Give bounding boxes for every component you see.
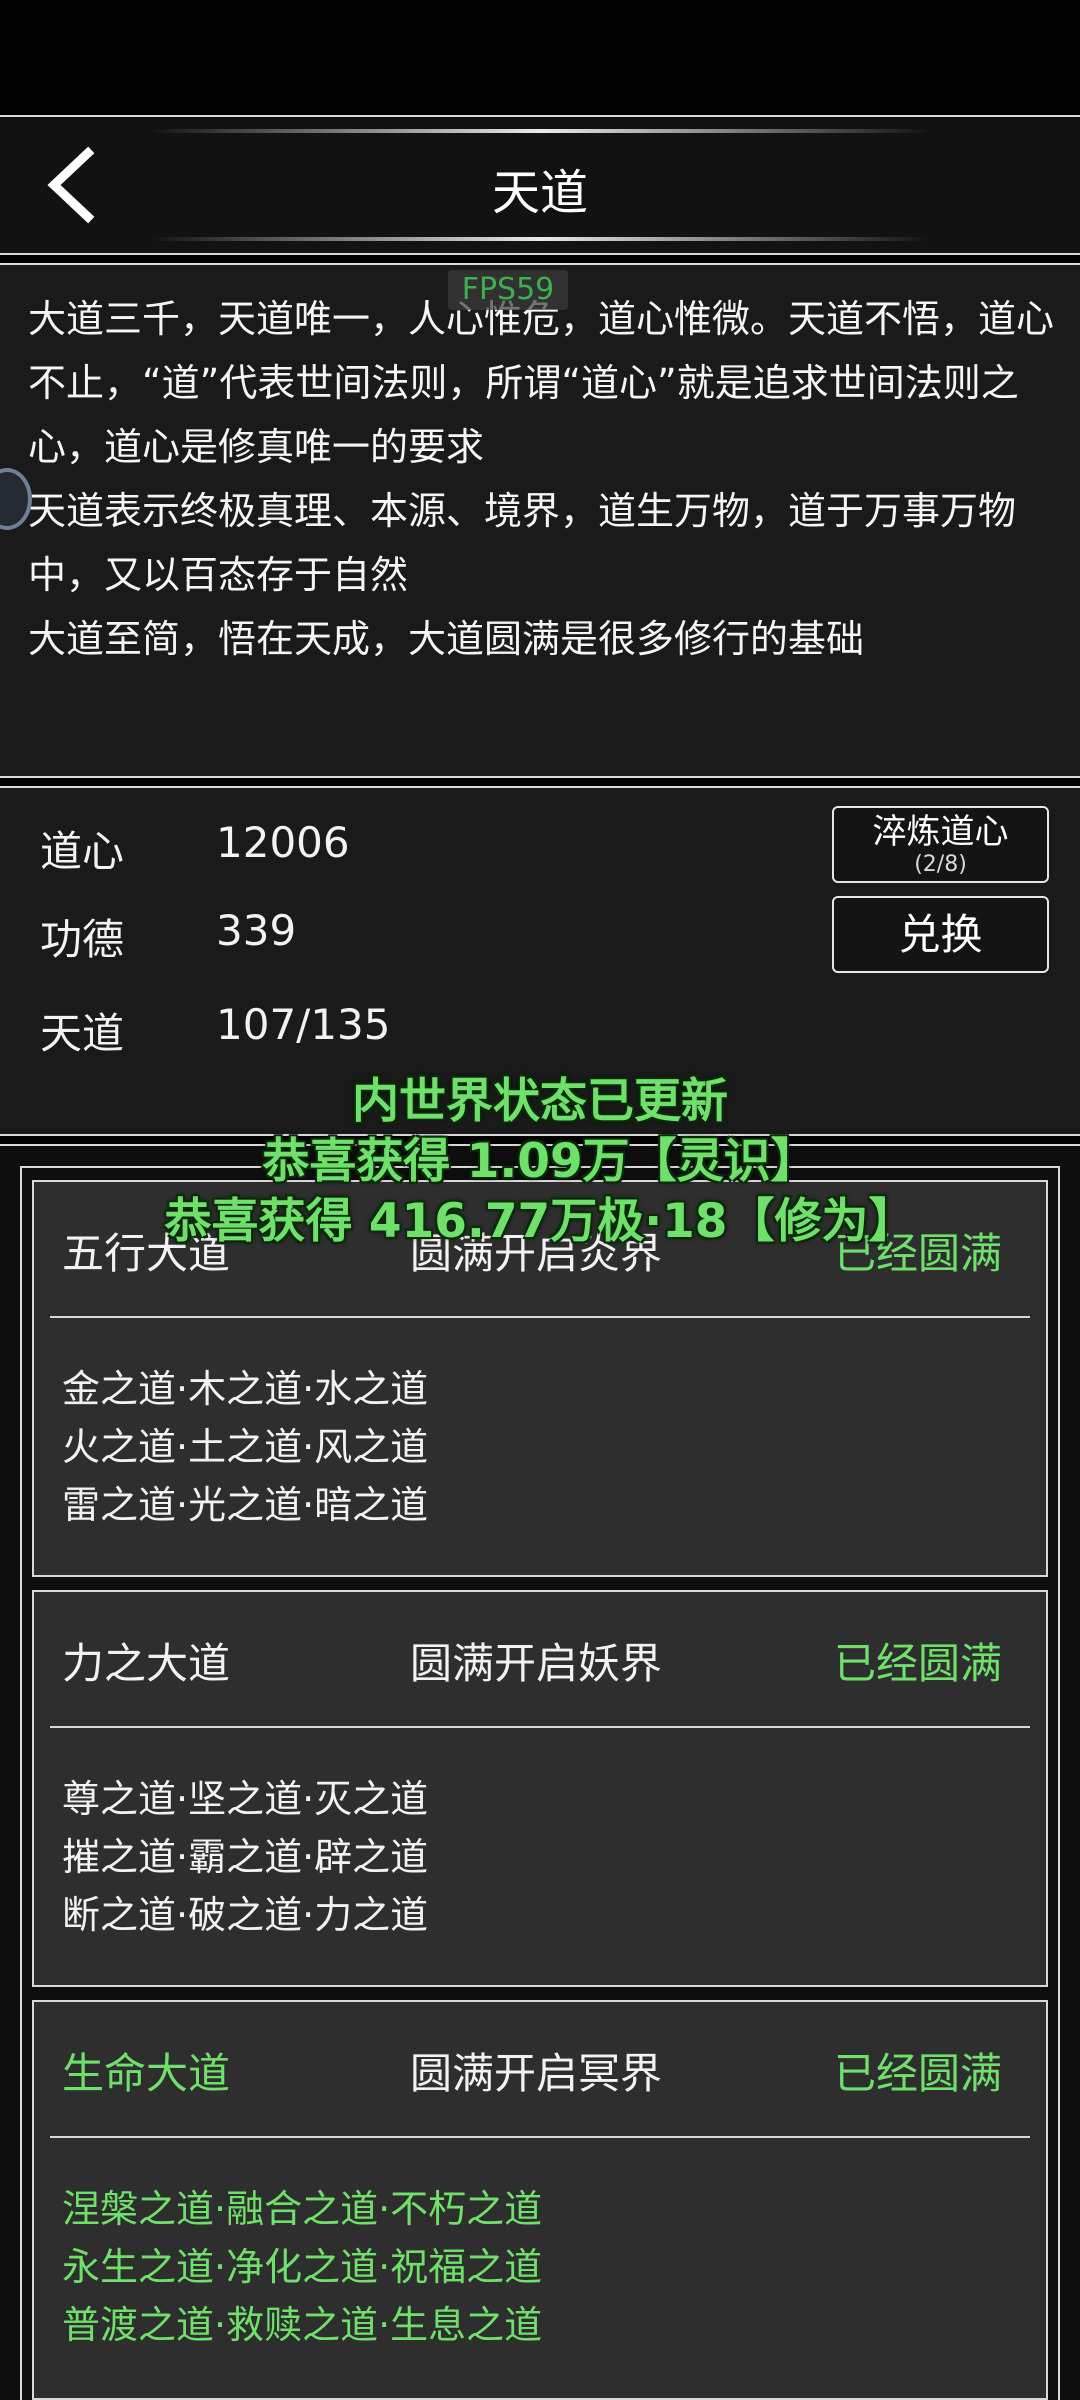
stat-value-gongde: 339 — [216, 906, 297, 955]
dao-card-wuxing[interactable]: 五行大道 圆满开启炎界 已经圆满 金之道·木之道·水之道 火之道·土之道·风之道… — [32, 1180, 1048, 1577]
sub-dao-line: 断之道·破之道·力之道 — [62, 1893, 429, 1937]
card-sub-daos: 金之道·木之道·水之道 火之道·土之道·风之道 雷之道·光之道·暗之道 — [62, 1360, 428, 1534]
card-status: 已经圆满 — [833, 2049, 1002, 2098]
card-status: 已经圆满 — [833, 1639, 1002, 1688]
dao-card-li[interactable]: 力之大道 圆满开启妖界 已经圆满 尊之道·坚之道·灭之道 摧之道·霸之道·辟之道… — [32, 1590, 1048, 1987]
page-title: 天道 — [491, 165, 588, 221]
card-title: 力之大道 — [62, 1639, 231, 1688]
stat-value-tiandao: 107/135 — [216, 1000, 391, 1049]
stats-panel: 道心 12006 功德 339 天道 107/135 淬炼道心 (2/8) 兑换 — [0, 786, 1080, 1136]
fps-counter: FPS59 — [448, 270, 568, 310]
stat-label-tiandao: 天道 — [40, 1009, 125, 1058]
description-paragraph: 大道至简，悟在天成，大道圆满是很多修行的基础 — [28, 617, 865, 661]
stat-label-daoxin: 道心 — [40, 827, 125, 876]
sub-dao-line: 摧之道·霸之道·辟之道 — [62, 1835, 429, 1879]
sub-dao-line: 永生之道·净化之道·祝福之道 — [62, 2245, 543, 2289]
description-paragraph: 大道三千，天道唯一，人心惟危，道心惟微。天道不悟，道心不止，“道”代表世间法则，… — [28, 297, 1055, 469]
dao-card-shengming[interactable]: 生命大道 圆满开启冥界 已经圆满 涅槃之道·融合之道·不朽之道 永生之道·净化之… — [32, 2000, 1048, 2400]
card-divider — [50, 2136, 1030, 2138]
header-bar: 天道 — [0, 115, 1080, 255]
card-title: 五行大道 — [62, 1229, 231, 1278]
card-realm: 圆满开启妖界 — [410, 1639, 663, 1688]
description-text: 大道三千，天道唯一，人心惟危，道心惟微。天道不悟，道心不止，“道”代表世间法则，… — [28, 287, 1058, 671]
card-sub-daos: 涅槃之道·融合之道·不朽之道 永生之道·净化之道·祝福之道 普渡之道·救赎之道·… — [62, 2180, 542, 2354]
stat-label-gongde: 功德 — [40, 915, 125, 964]
card-status: 已经圆满 — [833, 1229, 1002, 1278]
sub-dao-line: 尊之道·坚之道·灭之道 — [62, 1777, 429, 1821]
card-realm: 圆满开启炎界 — [410, 1229, 663, 1278]
sub-dao-line: 雷之道·光之道·暗之道 — [62, 1483, 429, 1527]
sub-dao-line: 涅槃之道·融合之道·不朽之道 — [62, 2187, 543, 2231]
card-realm: 圆满开启冥界 — [410, 2049, 663, 2098]
stat-value-daoxin: 12006 — [216, 818, 350, 867]
header-glow-top — [150, 129, 930, 133]
card-divider — [50, 1726, 1030, 1728]
refine-button-label: 淬炼道心 — [872, 812, 1009, 852]
card-sub-daos: 尊之道·坚之道·灭之道 摧之道·霸之道·辟之道 断之道·破之道·力之道 — [62, 1770, 428, 1944]
sub-dao-line: 金之道·木之道·水之道 — [62, 1367, 429, 1411]
sub-dao-line: 火之道·土之道·风之道 — [62, 1425, 429, 1469]
header-glow-bottom — [150, 237, 930, 241]
status-bar — [0, 0, 1080, 115]
refine-daoxin-button[interactable]: 淬炼道心 (2/8) — [832, 806, 1049, 883]
refine-button-count: (2/8) — [914, 852, 967, 877]
card-divider — [50, 1316, 1030, 1318]
description-paragraph: 天道表示终极真理、本源、境界，道生万物，道于万事万物中，又以百态存于自然 — [28, 489, 1017, 597]
description-panel: 大道三千，天道唯一，人心惟危，道心惟微。天道不悟，道心不止，“道”代表世间法则，… — [0, 263, 1080, 778]
card-title: 生命大道 — [62, 2049, 231, 2098]
sub-dao-line: 普渡之道·救赎之道·生息之道 — [62, 2303, 543, 2347]
exchange-button[interactable]: 兑换 — [832, 896, 1049, 973]
